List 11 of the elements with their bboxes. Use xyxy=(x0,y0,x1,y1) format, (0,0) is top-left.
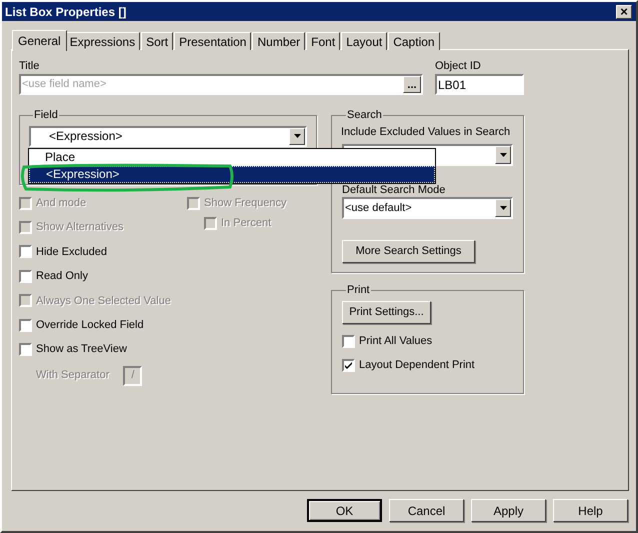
field-label: Include Excluded Values in Search xyxy=(341,124,512,140)
field-label: Title xyxy=(19,59,40,73)
group-label: Field xyxy=(33,108,59,123)
group-label: Print xyxy=(346,283,371,298)
field-label: Default Search Mode xyxy=(342,183,446,197)
group-label: Search xyxy=(346,108,383,123)
separator-label: With Separator xyxy=(36,368,110,384)
combo-value: <use default> xyxy=(344,200,412,216)
window-title: List Box Properties [] xyxy=(5,4,126,20)
combo-value: <Expression> xyxy=(48,128,122,145)
field-label: Object ID xyxy=(435,59,482,73)
